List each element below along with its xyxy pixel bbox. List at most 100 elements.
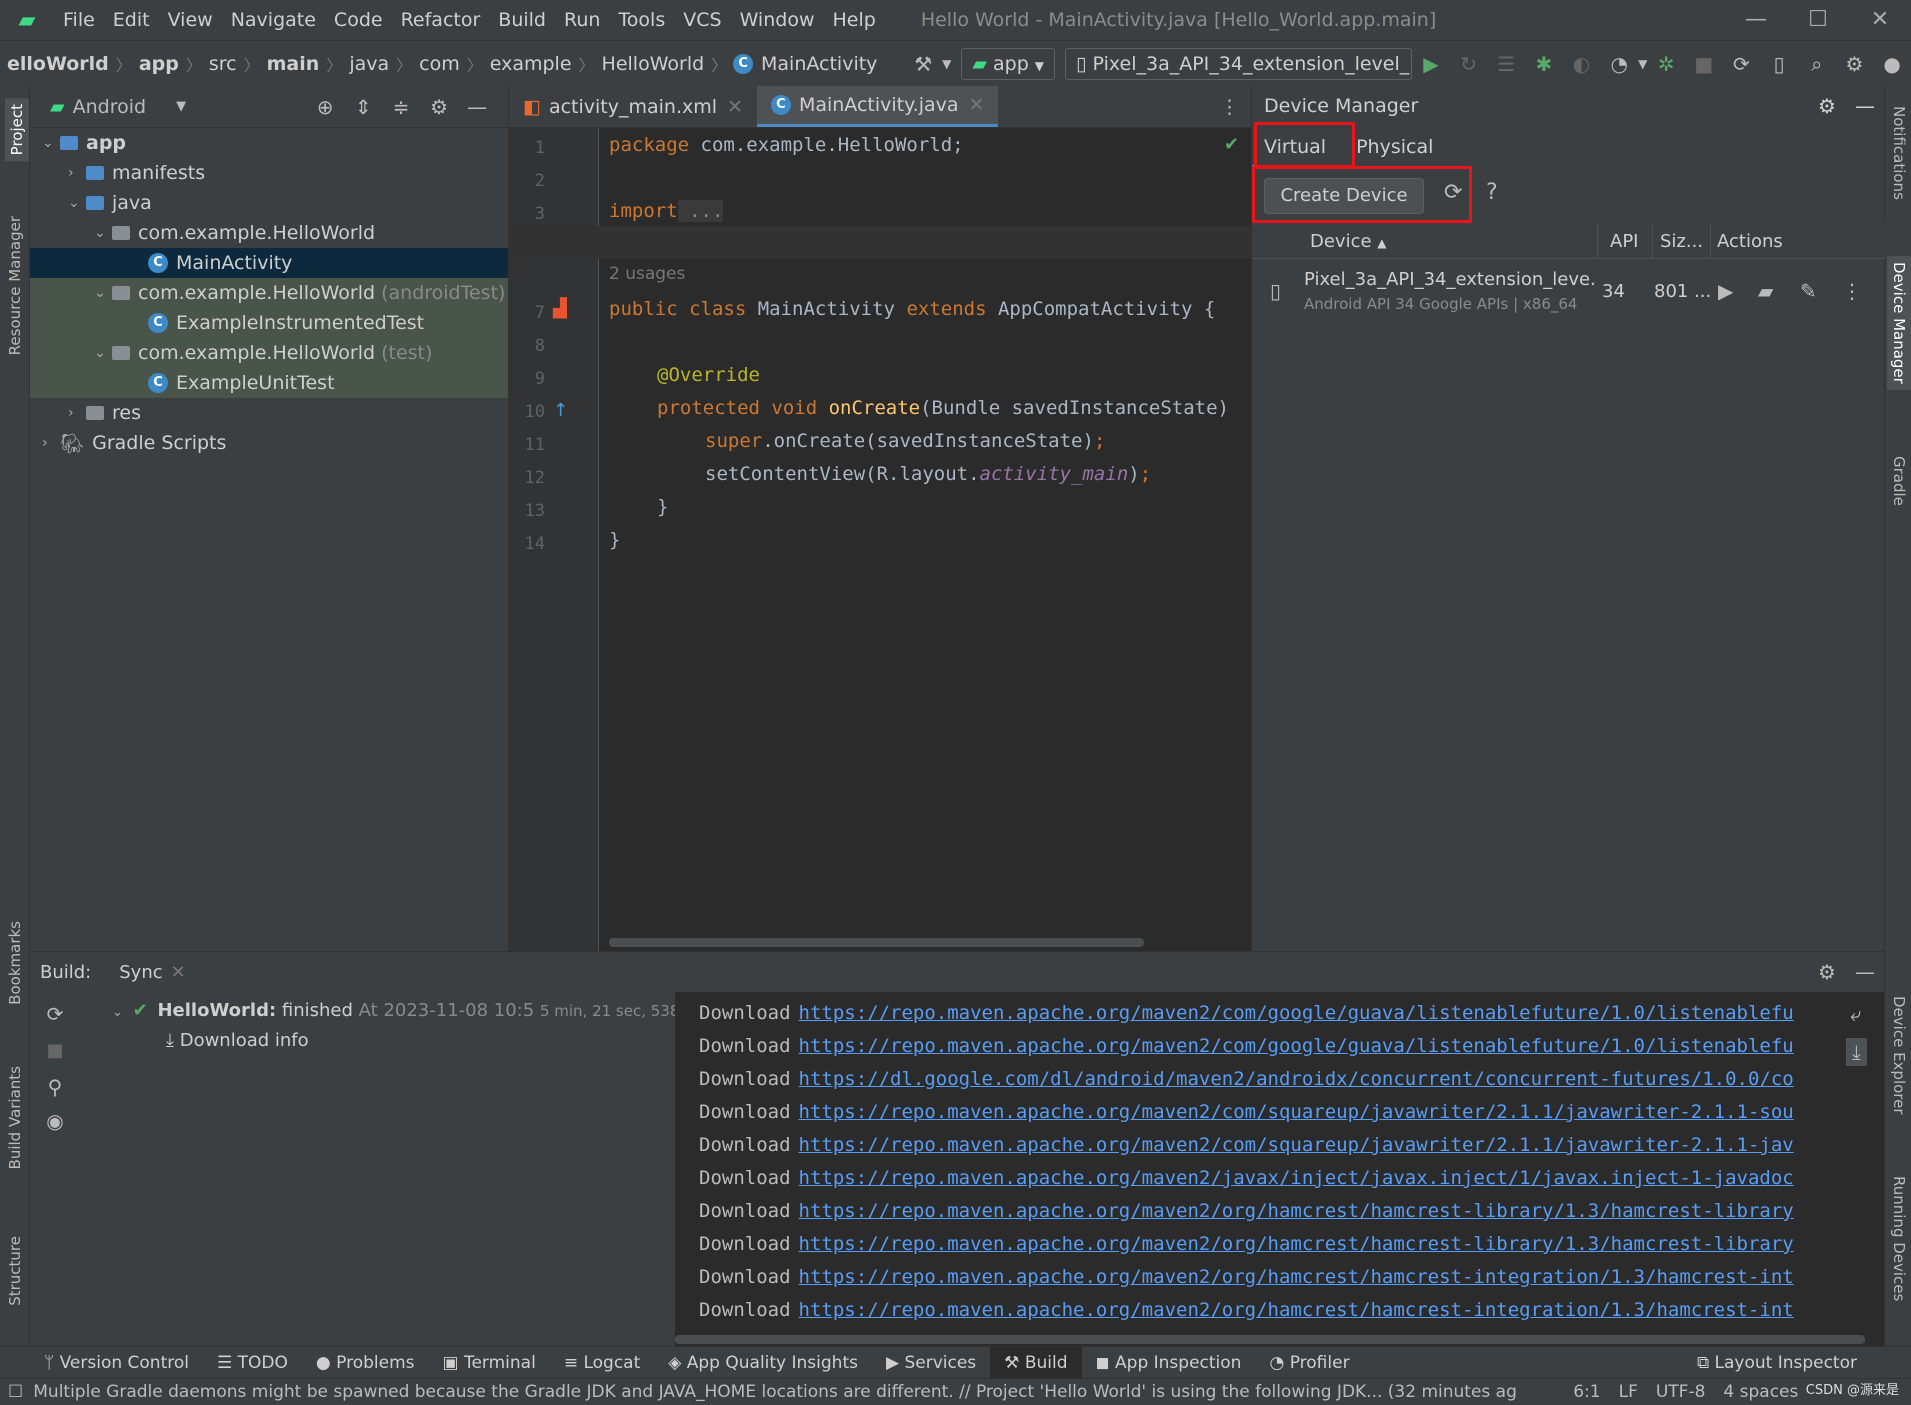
column-size[interactable]: Siz... (1660, 231, 1703, 252)
tab-problems[interactable]: ● Problems (302, 1347, 429, 1379)
download-link[interactable]: https://repo.maven.apache.org/maven2/org… (799, 1299, 1794, 1321)
menu-file[interactable]: File (54, 9, 104, 31)
breadcrumb-example[interactable]: example (483, 53, 579, 75)
console-scrollbar[interactable] (675, 1335, 1865, 1344)
tree-item-res[interactable]: › res (30, 398, 508, 428)
tree-item-package-test[interactable]: ⌄ com.example.HelloWorld (test) (30, 338, 508, 368)
project-view-select[interactable]: Android (73, 96, 146, 118)
tab-app-inspection[interactable]: ◼ App Inspection (1082, 1347, 1256, 1379)
device-select[interactable]: ▯ Pixel_3a_API_34_extension_level_7_x... (1065, 47, 1413, 80)
scroll-to-end-icon[interactable]: ⤓ (1846, 1038, 1867, 1066)
chevron-down-icon[interactable]: ▼ (176, 99, 186, 114)
eye-icon[interactable]: ◉ (30, 1109, 80, 1133)
tree-item-package-androidtest[interactable]: ⌄ com.example.HelloWorld (androidTest) (30, 278, 508, 308)
tab-terminal[interactable]: ▣ Terminal (429, 1347, 550, 1379)
layout-xml-icon[interactable]: ▟ (553, 298, 567, 319)
tab-services[interactable]: ▶ Services (872, 1347, 990, 1379)
profile-icon[interactable]: ◔ (1600, 52, 1638, 76)
maximize-icon[interactable]: ☐ (1787, 0, 1849, 40)
tree-item-gradle-scripts[interactable]: › 🐘︎ Gradle Scripts (30, 428, 508, 458)
device-manager-icon[interactable]: ▯ (1760, 52, 1798, 76)
bookmarks-tool-tab[interactable]: Bookmarks (6, 921, 24, 1005)
structure-tool-tab[interactable]: Structure (6, 1236, 24, 1306)
collapse-all-icon[interactable]: ≑ (382, 95, 420, 119)
download-link[interactable]: https://repo.maven.apache.org/maven2/org… (799, 1200, 1794, 1222)
attach-debugger-icon[interactable]: ✲ (1647, 52, 1685, 76)
tab-activity-main-xml[interactable]: ◧ activity_main.xml ✕ (509, 86, 757, 127)
menu-navigate[interactable]: Navigate (222, 9, 325, 31)
download-link[interactable]: https://repo.maven.apache.org/maven2/com… (799, 1134, 1794, 1156)
close-tab-icon[interactable]: ✕ (969, 94, 985, 116)
resync-icon[interactable]: ⟳ (30, 1002, 80, 1026)
device-explorer-tool-tab[interactable]: Device Explorer (1890, 996, 1908, 1115)
tab-build[interactable]: ⚒ Build (990, 1346, 1082, 1379)
hide-icon[interactable]: — (458, 95, 496, 119)
tree-item-instrumented-test[interactable]: C ExampleInstrumentedTest (30, 308, 508, 338)
tab-todo[interactable]: ☰ TODO (203, 1347, 302, 1379)
run-icon[interactable]: ▶ (1412, 52, 1450, 76)
tree-item-package-main[interactable]: ⌄ com.example.HelloWorld (30, 218, 508, 248)
gradle-tool-tab[interactable]: Gradle (1890, 456, 1908, 506)
menu-view[interactable]: View (159, 9, 222, 31)
menu-code[interactable]: Code (325, 9, 392, 31)
tab-physical[interactable]: Physical (1338, 126, 1451, 168)
apply-changes-icon[interactable]: ☰ (1487, 52, 1525, 76)
locate-icon[interactable]: ⊕ (306, 95, 344, 119)
gear-icon[interactable]: ⚙ (420, 95, 458, 119)
column-actions[interactable]: Actions (1717, 231, 1783, 252)
expand-all-icon[interactable]: ⇕ (344, 95, 382, 119)
no-problems-check-icon[interactable]: ✔ (1224, 134, 1239, 155)
build-variants-tool-tab[interactable]: Build Variants (6, 1066, 24, 1169)
hammer-icon[interactable]: ⚒ (904, 52, 942, 76)
column-api[interactable]: API (1610, 231, 1638, 252)
help-icon[interactable]: ? (1486, 180, 1498, 205)
menu-build[interactable]: Build (489, 9, 555, 31)
download-link[interactable]: https://repo.maven.apache.org/maven2/org… (799, 1233, 1794, 1255)
coverage-icon[interactable]: ◐ (1563, 52, 1601, 76)
horizontal-scrollbar[interactable] (609, 938, 1144, 947)
more-vert-icon[interactable]: ⋮ (1842, 279, 1862, 303)
menu-help[interactable]: Help (823, 9, 884, 31)
tree-item-unit-test[interactable]: C ExampleUnitTest (30, 368, 508, 398)
close-icon[interactable]: ✕ (1849, 0, 1911, 40)
close-tab-icon[interactable]: ✕ (727, 96, 743, 118)
soft-wrap-icon[interactable]: ⤶ (1850, 1002, 1861, 1026)
run-config-select[interactable]: ▰ app ▼ (961, 47, 1056, 80)
gear-icon[interactable]: ⚙ (1808, 960, 1846, 984)
indent-setting[interactable]: 4 spaces (1723, 1382, 1798, 1402)
download-link[interactable]: https://repo.maven.apache.org/maven2/jav… (799, 1167, 1794, 1189)
menu-vcs[interactable]: VCS (674, 9, 730, 31)
notifications-tool-tab[interactable]: Notifications (1890, 106, 1908, 200)
hide-icon[interactable]: — (1846, 94, 1884, 118)
settings-icon[interactable]: ⚙ (1836, 52, 1874, 76)
menu-run[interactable]: Run (555, 9, 609, 31)
breadcrumb-com[interactable]: com (412, 53, 467, 75)
breadcrumb-project[interactable]: elloWorld (0, 53, 116, 75)
stop-icon[interactable]: ■ (30, 1040, 80, 1061)
build-result-row[interactable]: ⌄ ✔ HelloWorld: finished At 2023-11-08 1… (112, 1000, 707, 1021)
project-tool-tab[interactable]: Project (5, 98, 29, 162)
account-icon[interactable]: ● (1873, 52, 1911, 76)
breadcrumb-main[interactable]: main (260, 53, 327, 75)
toggle-tool-windows-icon[interactable]: ☐ (8, 1382, 23, 1402)
tab-version-control[interactable]: ᛘ Version Control (30, 1347, 203, 1379)
status-message[interactable]: Multiple Gradle daemons might be spawned… (33, 1382, 1563, 1402)
tab-app-quality-insights[interactable]: ◈ App Quality Insights (654, 1347, 872, 1379)
device-row[interactable]: ▯ Pixel_3a_API_34_extension_leve.. Andro… (1252, 259, 1885, 325)
stop-icon[interactable]: ■ (1685, 52, 1723, 76)
download-link[interactable]: https://repo.maven.apache.org/maven2/com… (799, 1035, 1794, 1057)
menu-window[interactable]: Window (731, 9, 824, 31)
usages-hint[interactable]: 2 usages (609, 262, 685, 284)
download-link[interactable]: https://repo.maven.apache.org/maven2/com… (799, 1002, 1794, 1024)
more-options-icon[interactable]: ⋮ (1208, 86, 1251, 127)
override-icon[interactable]: ↑ (553, 400, 568, 421)
breadcrumb-helloworld[interactable]: HelloWorld (595, 53, 712, 75)
tree-item-java[interactable]: ⌄ java (30, 188, 508, 218)
tab-logcat[interactable]: ≡ Logcat (550, 1347, 654, 1379)
rerun-icon[interactable]: ↻ (1450, 52, 1488, 76)
search-icon[interactable]: ⌕ (1798, 52, 1836, 76)
caret-position[interactable]: 6:1 (1573, 1382, 1600, 1402)
menu-edit[interactable]: Edit (104, 9, 159, 31)
menu-tools[interactable]: Tools (609, 9, 674, 31)
line-separator[interactable]: LF (1619, 1382, 1638, 1402)
